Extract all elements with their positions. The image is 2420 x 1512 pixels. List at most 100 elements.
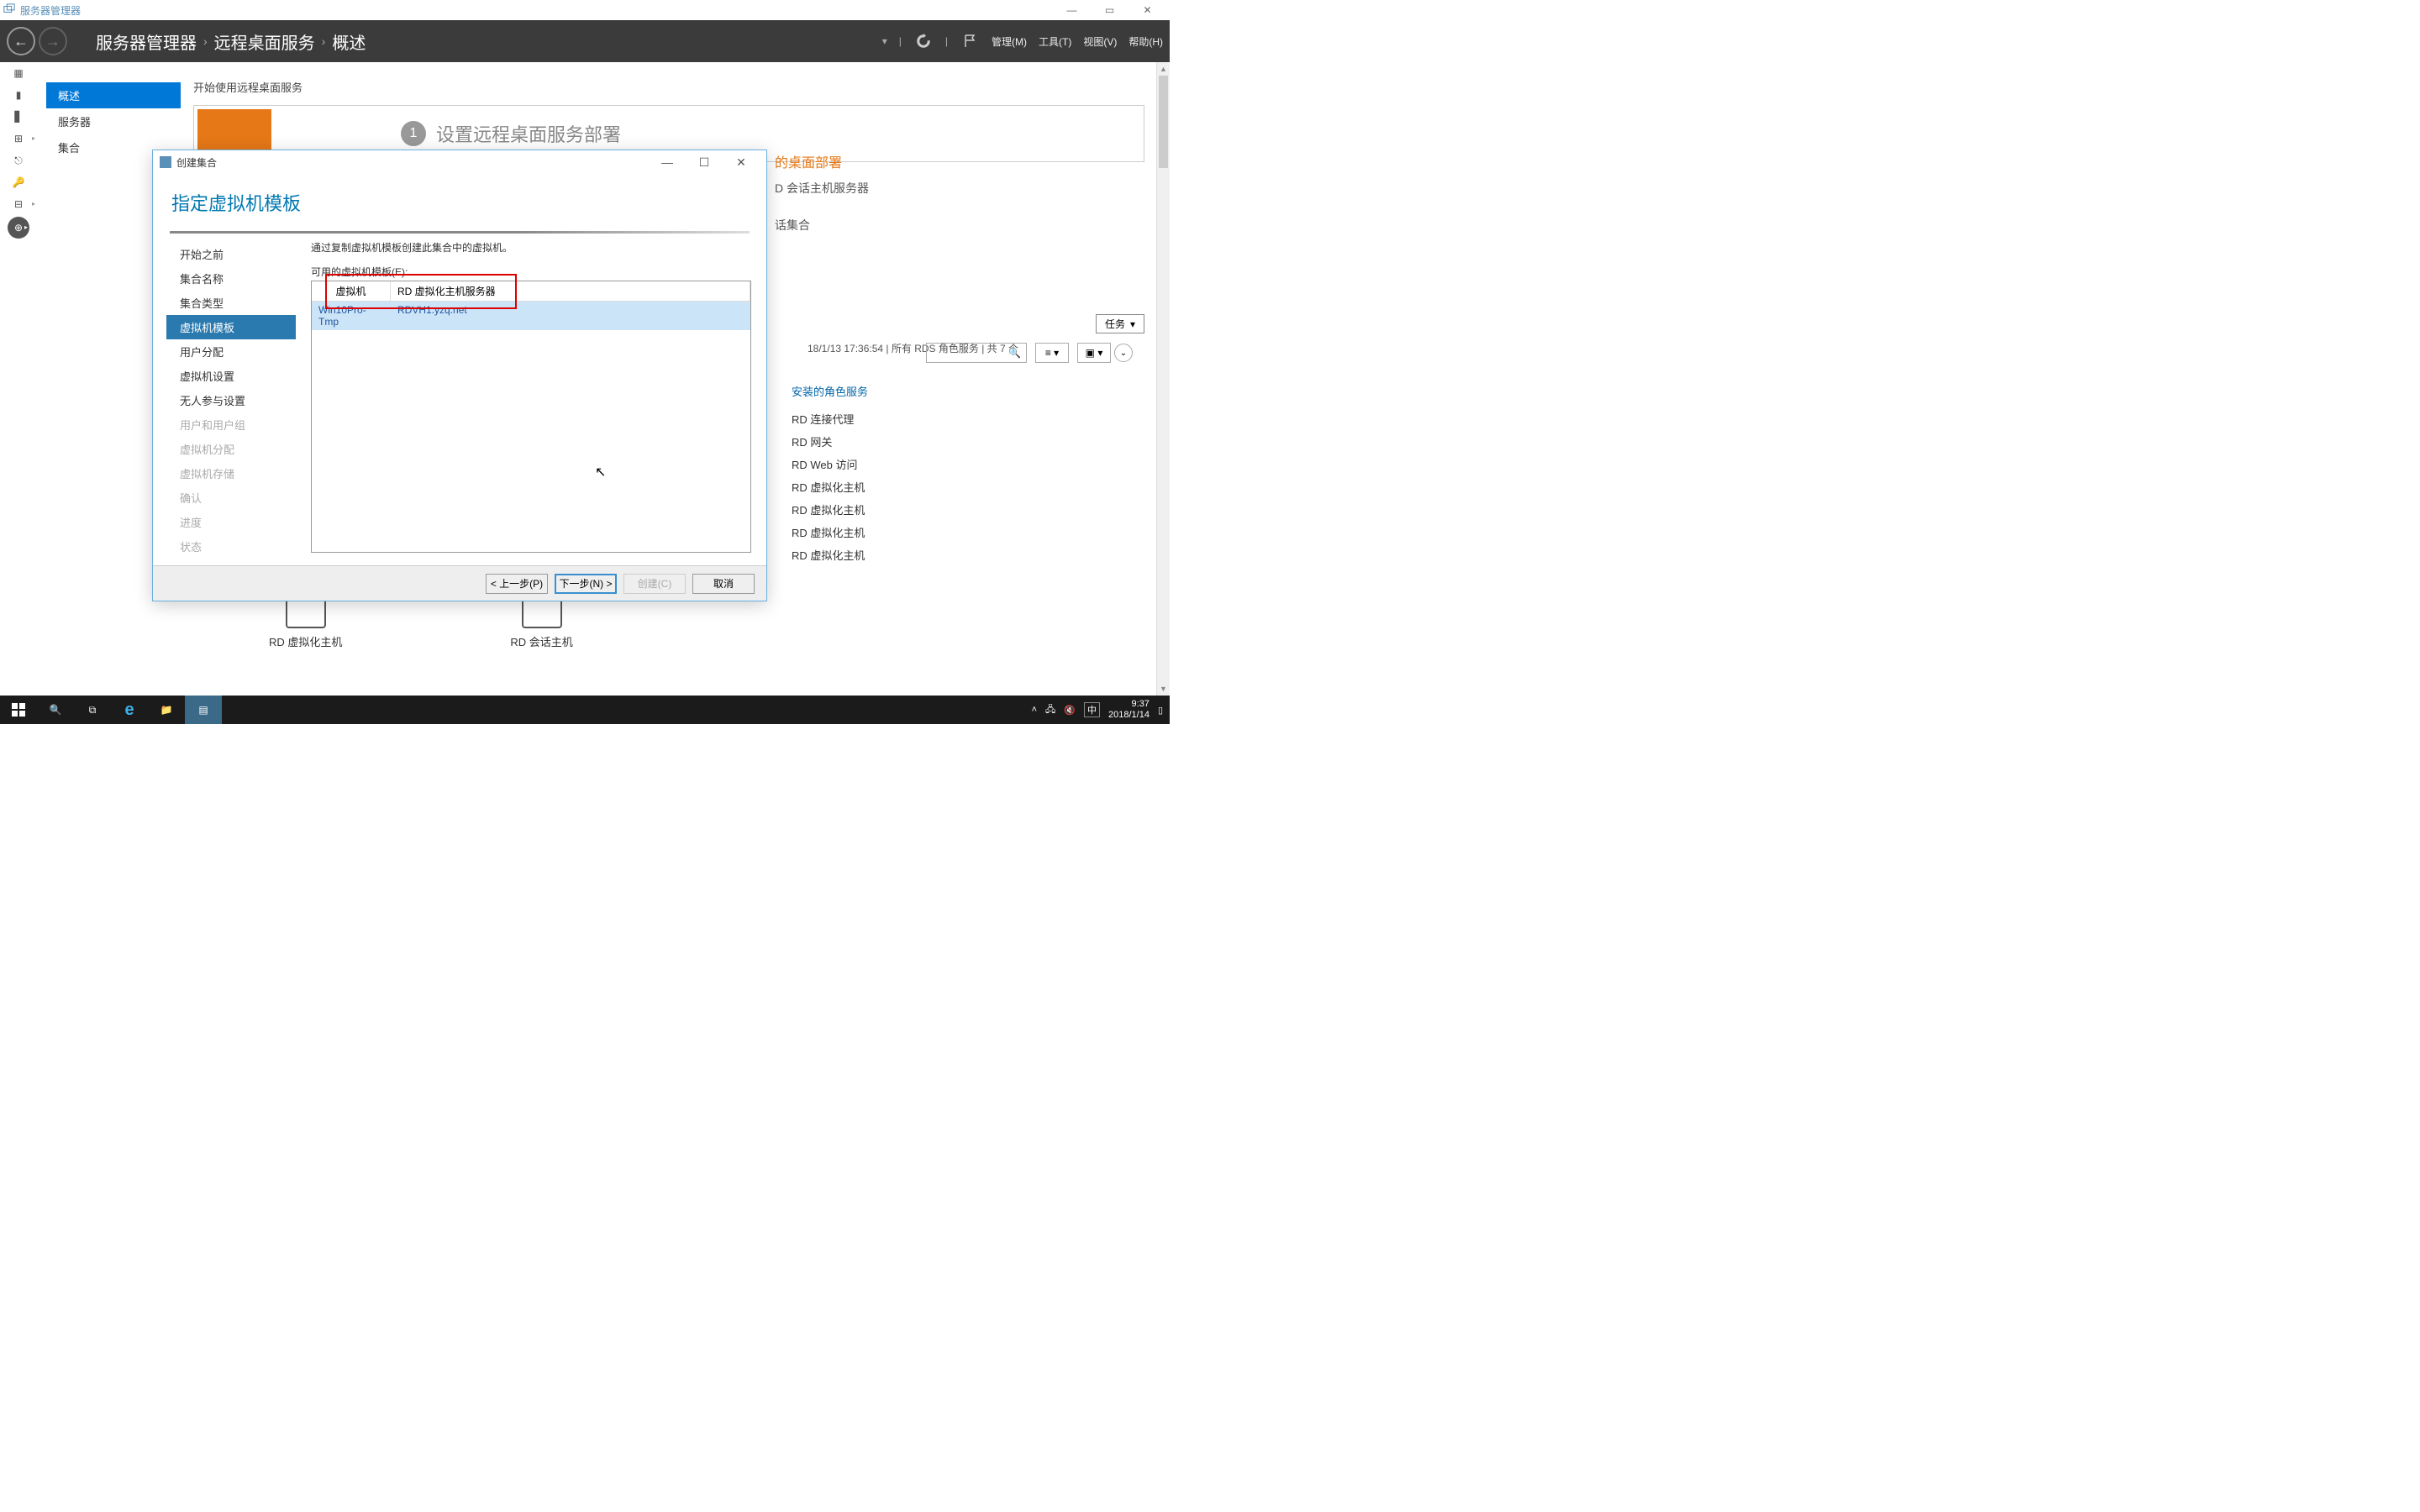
wizard-step-name[interactable]: 集合名称 [171, 266, 296, 291]
wizard-step-type[interactable]: 集合类型 [171, 291, 296, 315]
tasks-dropdown[interactable]: 任务 ▾ [1096, 314, 1144, 333]
search-button[interactable]: 🔍 [37, 696, 74, 724]
right-line2: 话集合 [775, 217, 1144, 234]
scroll-up-icon[interactable]: ▲ [1157, 62, 1170, 76]
templates-table[interactable]: 虚拟机 RD 虚拟化主机服务器 Win10Pro-Tmp RDVH1.yzq.n… [311, 281, 751, 553]
dialog-maximize-button[interactable]: ☐ [686, 152, 723, 172]
wizard-step-progress: 进度 [171, 510, 296, 534]
expand-button[interactable]: ⌄ [1114, 344, 1133, 362]
breadcrumb-section[interactable]: 远程桌面服务 [214, 29, 315, 54]
back-button[interactable]: ← [7, 27, 35, 55]
maximize-button[interactable]: ▭ [1091, 0, 1128, 20]
role-item[interactable]: RD Web 访问 [792, 453, 960, 475]
tray-up-icon[interactable]: ˄ [1032, 705, 1037, 715]
tray-notifications-icon[interactable]: ▯ [1158, 705, 1163, 716]
wizard-step-userassign[interactable]: 用户分配 [171, 339, 296, 364]
dialog-minimize-button[interactable]: — [649, 152, 686, 172]
ime-indicator[interactable]: 中 [1084, 702, 1100, 717]
chevron-right-icon: ▸ [24, 223, 28, 231]
breadcrumb: 服务器管理器 › 远程桌面服务 › 概述 [96, 29, 366, 54]
table-row[interactable]: Win10Pro-Tmp RDVH1.yzq.net [312, 302, 750, 330]
dropdown-caret-icon[interactable]: ▾ [882, 35, 887, 47]
bottom-label: RD 虚拟化主机 [269, 633, 342, 649]
role-item[interactable]: RD 虚拟化主机 [792, 475, 960, 498]
flag-icon[interactable] [960, 31, 980, 51]
tray-date: 2018/1/14 [1108, 710, 1150, 721]
wizard-step-status: 状态 [171, 534, 296, 559]
rail-local-icon[interactable]: ▮ [0, 84, 37, 106]
wizard-step-vmsettings[interactable]: 虚拟机设置 [171, 364, 296, 388]
cell-vm: Win10Pro-Tmp [312, 302, 391, 330]
close-button[interactable]: ✕ [1128, 0, 1166, 20]
taskbar-explorer-icon[interactable]: 📁 [148, 696, 185, 724]
taskbar-ie-icon[interactable]: e [111, 696, 148, 724]
window-titlebar: 服务器管理器 — ▭ ✕ [0, 0, 1170, 20]
roles-list: 安装的角色服务 RD 连接代理 RD 网关 RD Web 访问 RD 虚拟化主机… [792, 380, 960, 566]
menu-view[interactable]: 视图(V) [1083, 34, 1117, 49]
role-item[interactable]: RD 连接代理 [792, 407, 960, 430]
cancel-button[interactable]: 取消 [692, 574, 755, 594]
rd-session-host-icon[interactable]: RD 会话主机 [510, 596, 572, 649]
wizard-step-usersgroups: 用户和用户组 [171, 412, 296, 437]
minimize-button[interactable]: — [1053, 0, 1091, 20]
breadcrumb-page[interactable]: 概述 [332, 29, 366, 54]
tray-clock[interactable]: 9:37 2018/1/14 [1108, 699, 1150, 721]
section-title: 开始使用远程桌面服务 [185, 74, 1153, 100]
prev-button[interactable]: < 上一步(P) [486, 574, 548, 594]
role-item[interactable]: RD 网关 [792, 430, 960, 453]
th-vm[interactable]: 虚拟机 [312, 281, 391, 301]
scroll-down-icon[interactable]: ▼ [1157, 682, 1170, 696]
chevron-down-icon: ▾ [1130, 318, 1135, 330]
icon-rail: ▦ ▮ ▋ ⊞▸ ⎋ 🔑 ⊟▸ ⊕▸ [0, 62, 37, 240]
search-icon: 🔍 [1008, 347, 1021, 359]
system-tray: ˄ 🖧 🔇 中 9:37 2018/1/14 ▯ [1032, 699, 1170, 721]
wizard-step-template[interactable]: 虚拟机模板 [166, 315, 296, 339]
chevron-down-icon: ⌄ [1120, 349, 1127, 358]
th-host[interactable]: RD 虚拟化主机服务器 [391, 281, 750, 301]
task-view-button[interactable]: ⧉ [74, 696, 111, 724]
scrollbar-thumb[interactable] [1159, 76, 1168, 168]
tray-network-icon[interactable]: 🖧 [1045, 702, 1055, 718]
filter-search-input[interactable]: 🔍 [926, 343, 1027, 363]
tray-volume-icon[interactable]: 🔇 [1064, 705, 1076, 716]
role-item[interactable]: RD 虚拟化主机 [792, 543, 960, 566]
nav-servers[interactable]: 服务器 [46, 108, 181, 134]
wizard-step-before[interactable]: 开始之前 [171, 242, 296, 266]
dialog-close-button[interactable]: ✕ [723, 152, 760, 172]
bottom-icons: RD 虚拟化主机 RD 会话主机 [269, 596, 573, 649]
breadcrumb-root[interactable]: 服务器管理器 [96, 29, 197, 54]
filter-toolbar: 🔍 ≡ ▾ ▣ ▾ [926, 343, 1111, 363]
start-button[interactable] [0, 696, 37, 724]
rail-all-icon[interactable]: ▋ [0, 106, 37, 128]
role-item[interactable]: RD 虚拟化主机 [792, 521, 960, 543]
menu-manage[interactable]: 管理(M) [992, 34, 1027, 49]
rail-storage-icon[interactable]: ⊟▸ [0, 193, 37, 215]
forward-button[interactable]: → [39, 27, 67, 55]
dialog-description: 通过复制虚拟机模板创建此集合中的虚拟机。 [311, 240, 751, 255]
refresh-icon[interactable] [913, 31, 934, 51]
table-label: 可用的虚拟机模板(E): [311, 265, 751, 279]
rail-iis-icon[interactable]: ⎋ [0, 150, 37, 171]
window-title: 服务器管理器 [20, 3, 81, 18]
dialog-footer: < 上一步(P) 下一步(N) > 创建(C) 取消 [153, 565, 766, 601]
taskbar: 🔍 ⧉ e 📁 ▤ ˄ 🖧 🔇 中 9:37 2018/1/14 ▯ [0, 696, 1170, 724]
rail-rds-icon[interactable]: ⊕▸ [8, 217, 29, 239]
filter-save-button[interactable]: ▣ ▾ [1077, 343, 1111, 363]
role-item[interactable]: RD 虚拟化主机 [792, 498, 960, 521]
menu-tools[interactable]: 工具(T) [1039, 34, 1071, 49]
nav-overview[interactable]: 概述 [46, 82, 181, 108]
tasks-label: 任务 [1105, 317, 1125, 331]
rail-hyperv-icon[interactable]: ⊞▸ [0, 128, 37, 150]
menu-help[interactable]: 帮助(H) [1128, 34, 1163, 49]
filter-list-button[interactable]: ≡ ▾ [1035, 343, 1069, 363]
rail-dashboard-icon[interactable]: ▦ [0, 62, 37, 84]
wizard-step-unattend[interactable]: 无人参与设置 [171, 388, 296, 412]
tray-time: 9:37 [1108, 699, 1150, 710]
rd-virtualization-host-icon[interactable]: RD 虚拟化主机 [269, 596, 342, 649]
next-button[interactable]: 下一步(N) > [555, 574, 617, 594]
taskbar-server-manager-icon[interactable]: ▤ [185, 696, 222, 724]
divider: | [945, 35, 948, 47]
right-panel: 的桌面部署 D 会话主机服务器 话集合 [775, 151, 1144, 242]
vertical-scrollbar[interactable]: ▲ ▼ [1156, 62, 1170, 696]
rail-cert-icon[interactable]: 🔑 [0, 171, 37, 193]
